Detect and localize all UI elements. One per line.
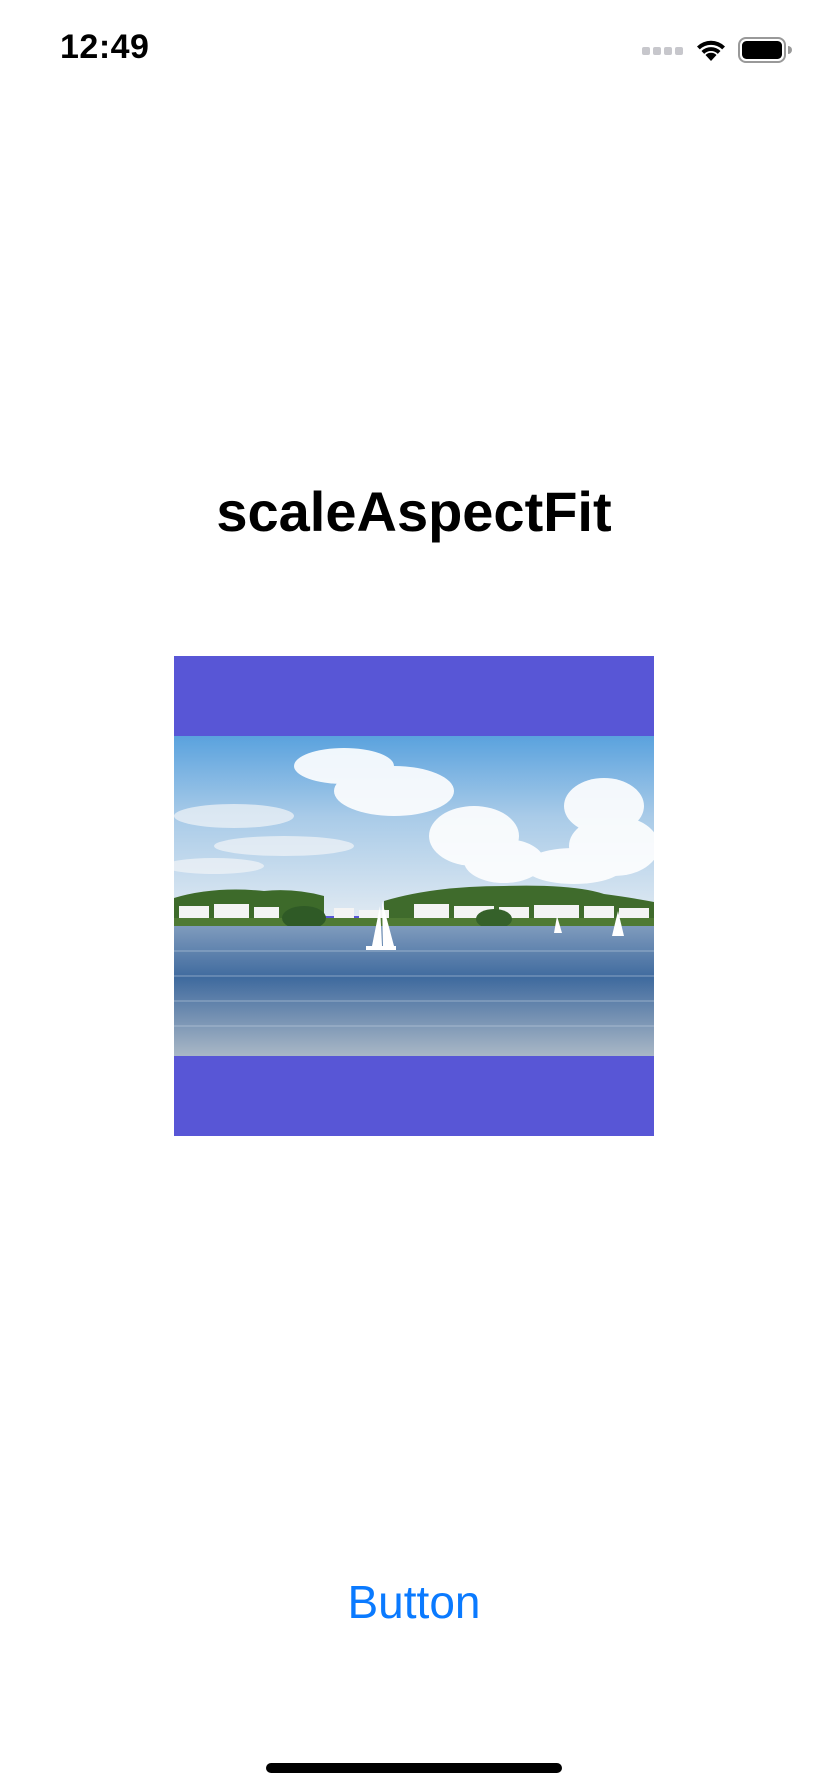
app-screen: 12:49 scaleAspectFit Button bbox=[0, 0, 828, 1792]
battery-icon bbox=[738, 37, 792, 63]
home-indicator[interactable] bbox=[266, 1763, 562, 1773]
signal-icon bbox=[642, 47, 683, 55]
image-view bbox=[174, 656, 654, 1136]
status-icons bbox=[642, 34, 792, 66]
status-time: 12:49 bbox=[60, 28, 150, 66]
status-bar: 12:49 bbox=[0, 0, 828, 100]
lake-landscape-photo bbox=[174, 736, 654, 1056]
wifi-icon bbox=[697, 40, 725, 61]
page-title: scaleAspectFit bbox=[216, 480, 612, 543]
action-button[interactable]: Button bbox=[0, 1572, 828, 1632]
